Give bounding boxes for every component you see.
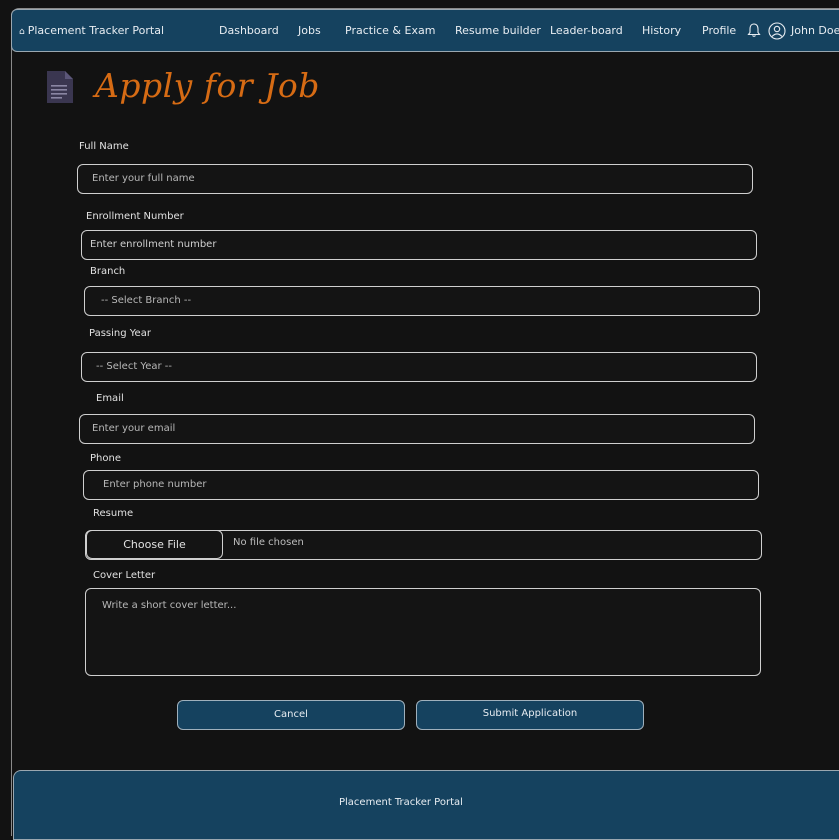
brand-label: Placement Tracker Portal bbox=[27, 24, 165, 37]
email-input[interactable]: Enter your email bbox=[79, 414, 755, 444]
nav-dashboard[interactable]: Dashboard bbox=[219, 24, 279, 37]
branch-label: Branch bbox=[90, 266, 126, 277]
full-name-label: Full Name bbox=[79, 141, 129, 152]
phone-input[interactable]: Enter phone number bbox=[83, 470, 759, 500]
top-navbar: ⌂ Placement Tracker Portal Dashboard Jobs… bbox=[11, 9, 839, 52]
brand[interactable]: ⌂ Placement Tracker Portal bbox=[19, 24, 164, 37]
document-icon bbox=[47, 71, 73, 103]
cover-letter-textarea[interactable]: Write a short cover letter... bbox=[85, 588, 761, 676]
user-icon[interactable] bbox=[768, 22, 786, 40]
phone-label: Phone bbox=[90, 453, 121, 464]
nav-profile[interactable]: Profile bbox=[702, 24, 736, 37]
nav-history[interactable]: History bbox=[642, 24, 681, 37]
home-icon: ⌂ bbox=[19, 27, 25, 37]
email-label: Email bbox=[96, 393, 124, 404]
nav-resume-builder[interactable]: Resume builder bbox=[455, 24, 541, 37]
branch-select[interactable]: -- Select Branch -- bbox=[84, 286, 760, 316]
page-title: Apply for Job bbox=[95, 66, 320, 105]
choose-file-button[interactable]: Choose File bbox=[86, 530, 223, 559]
nav-jobs[interactable]: Jobs bbox=[298, 24, 321, 37]
bell-icon[interactable] bbox=[747, 22, 761, 38]
file-status: No file chosen bbox=[233, 537, 304, 548]
submit-application-button[interactable]: Submit Application bbox=[416, 700, 644, 730]
passing-year-select[interactable]: -- Select Year -- bbox=[81, 352, 757, 382]
enrollment-input[interactable]: Enter enrollment number bbox=[81, 230, 757, 260]
passing-year-label: Passing Year bbox=[89, 328, 151, 339]
cover-letter-label: Cover Letter bbox=[93, 570, 156, 581]
enrollment-label: Enrollment Number bbox=[86, 211, 184, 222]
nav-leader-board[interactable]: Leader-board bbox=[550, 24, 623, 37]
cancel-button[interactable]: Cancel bbox=[177, 700, 405, 730]
nav-practice-exam[interactable]: Practice & Exam bbox=[345, 24, 435, 37]
full-name-input[interactable]: Enter your full name bbox=[77, 164, 753, 194]
footer: Placement Tracker Portal bbox=[13, 770, 839, 840]
user-name[interactable]: John Doe bbox=[791, 24, 839, 37]
resume-label: Resume bbox=[93, 508, 134, 519]
footer-text: Placement Tracker Portal bbox=[339, 797, 463, 808]
